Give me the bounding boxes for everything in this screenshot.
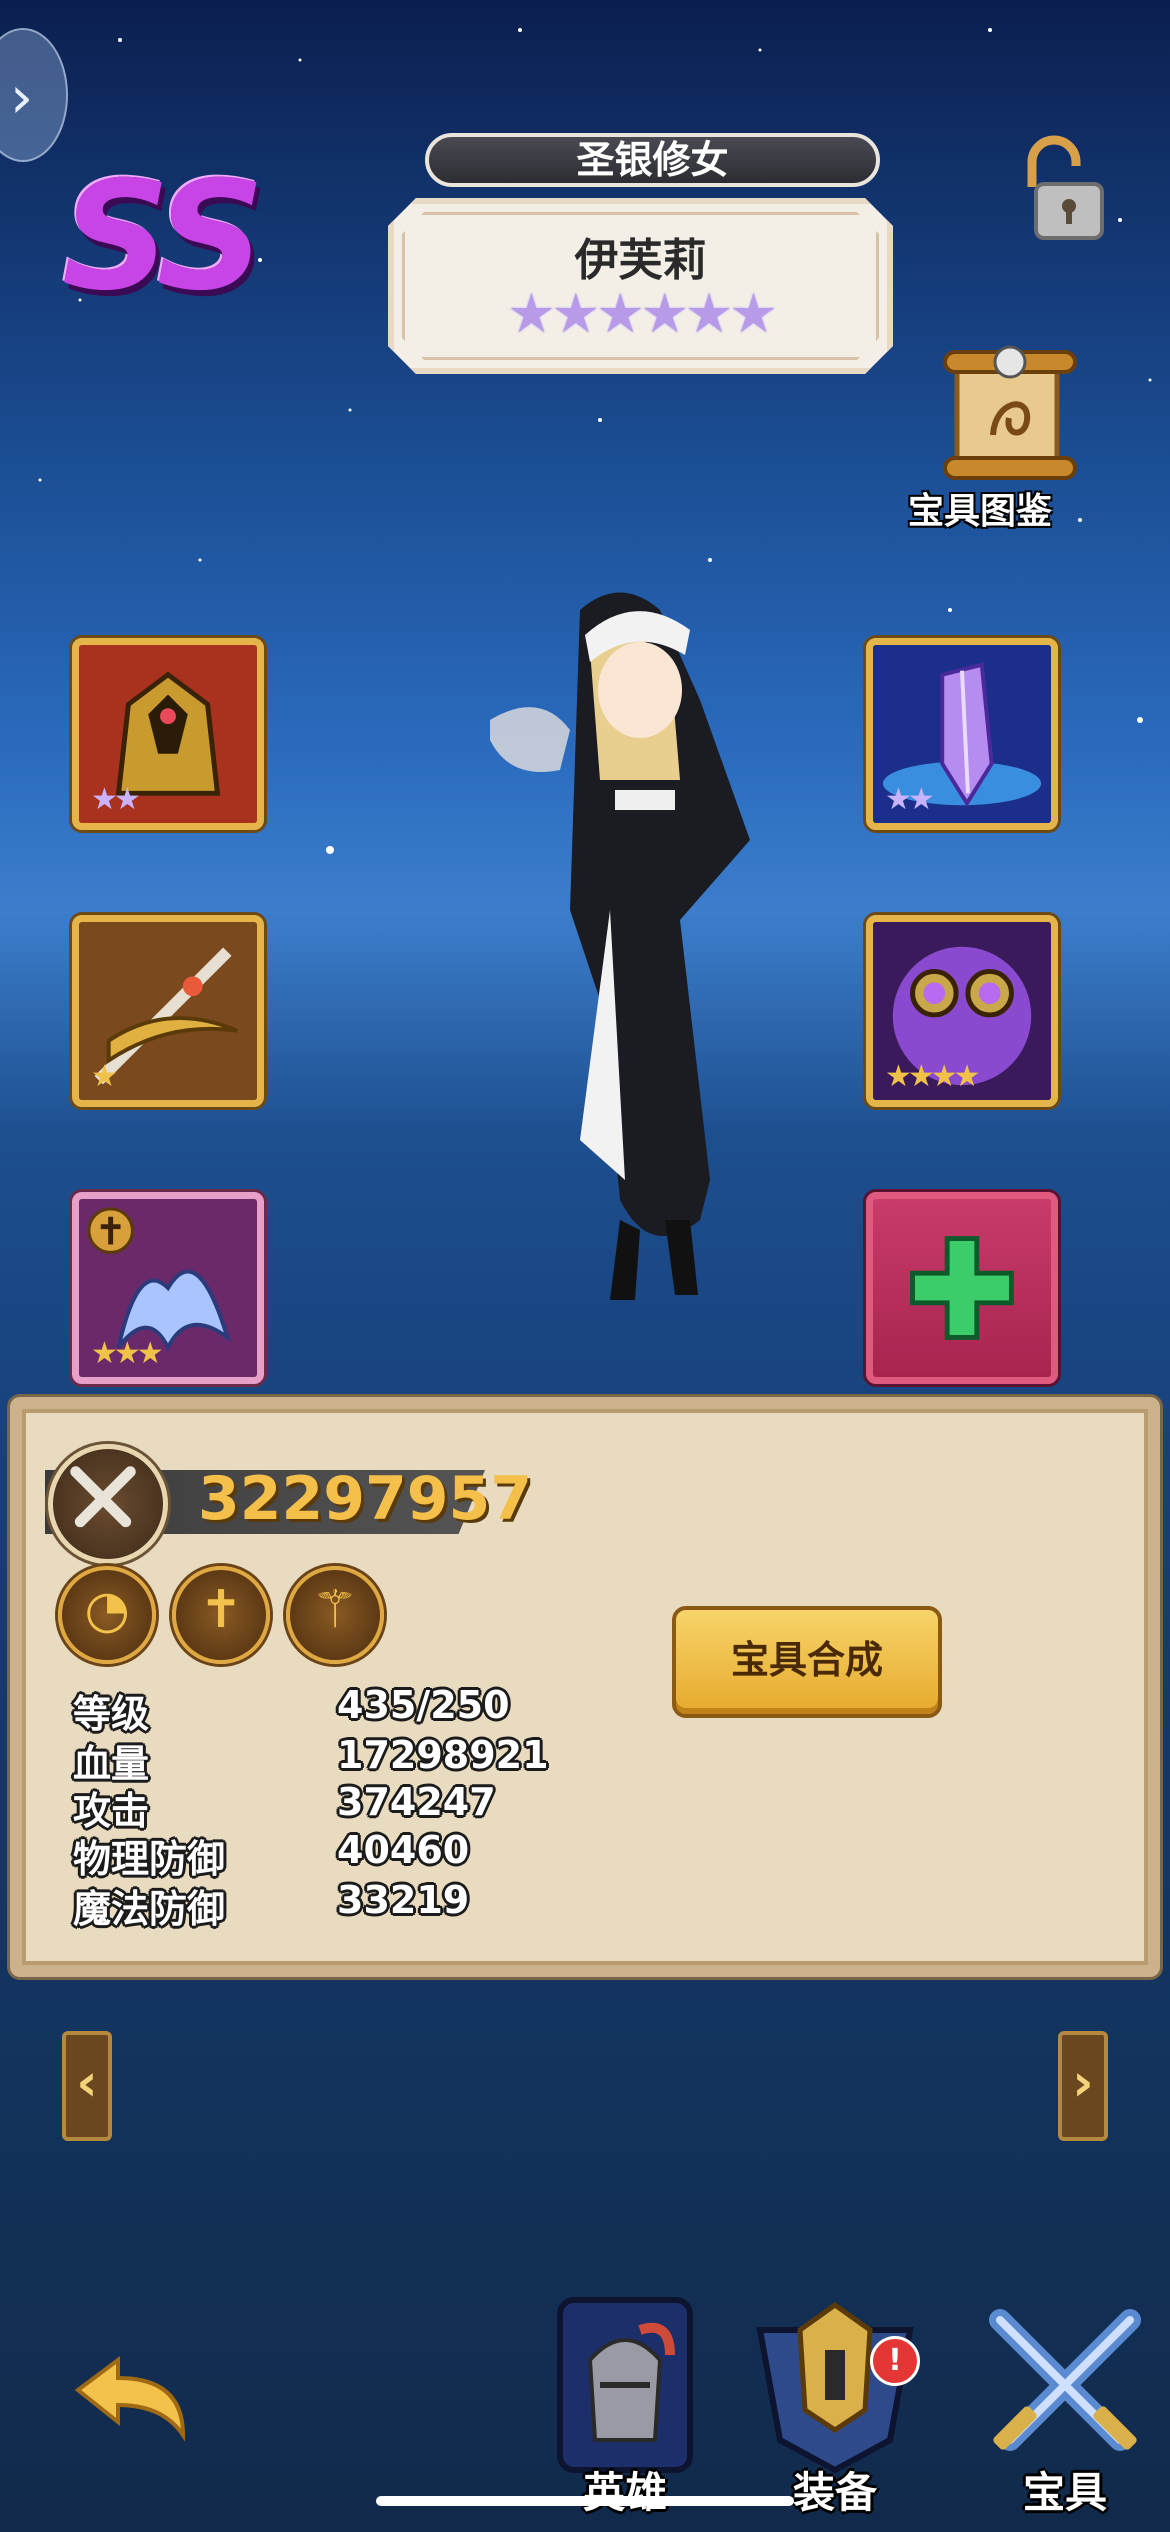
side-menu-toggle[interactable]: › — [0, 28, 68, 162]
tab-equipment[interactable]: ! 装备 — [740, 2290, 930, 2520]
equipment-slot-relic[interactable]: ★★★ — [72, 1192, 264, 1384]
notification-badge: ! — [870, 2336, 920, 2386]
chevron-right-icon: › — [10, 63, 34, 131]
artifact-codex-label[interactable]: 宝具图鉴 — [890, 482, 1070, 534]
swirl-skill-icon[interactable]: ◔ — [58, 1566, 156, 1664]
previous-hero-button[interactable]: ‹ — [62, 2031, 112, 2141]
combat-power-value: 32297957 — [198, 1464, 532, 1534]
stat-label-attack: 攻击 — [73, 1789, 150, 1833]
next-hero-button[interactable]: › — [1058, 2031, 1108, 2141]
add-equipment-slot[interactable] — [866, 1192, 1058, 1384]
stat-label-level: 等级 — [73, 1692, 150, 1736]
artifact-synthesize-button[interactable]: 宝具合成 — [672, 1606, 942, 1718]
staff-skill-icon[interactable]: ⚚ — [286, 1566, 384, 1664]
hero-name-card: 伊芙莉 ★★★★★★ — [388, 198, 893, 374]
slot-stars: ★★ — [885, 782, 935, 817]
knight-helmet-icon — [557, 2297, 693, 2473]
hero-grade-badge: SS — [62, 150, 265, 324]
unlocked-padlock-icon[interactable] — [1010, 132, 1110, 242]
tab-artifact[interactable]: 宝具 — [970, 2290, 1160, 2520]
stat-value-hp: 17298921 — [337, 1733, 549, 1777]
slot-stars: ★★★ — [91, 1336, 164, 1371]
tab-equipment-label: 装备 — [792, 2468, 877, 2517]
stat-value-level: 435/250 — [337, 1683, 510, 1727]
tab-hero[interactable]: 英雄 — [530, 2290, 720, 2520]
home-indicator[interactable] — [376, 2496, 794, 2506]
stat-value-attack: 374247 — [337, 1780, 496, 1824]
hero-star-rating: ★★★★★★ — [507, 282, 774, 345]
hero-class-title: 圣银修女 — [425, 133, 880, 187]
slot-stars: ★ — [91, 1059, 118, 1094]
hero-name: 伊芙莉 — [574, 235, 707, 286]
stat-value-physical-defense: 40460 — [337, 1828, 470, 1872]
scroll-icon[interactable] — [935, 340, 1085, 490]
cross-skill-icon[interactable]: ✝ — [172, 1566, 270, 1664]
equipment-slot-weapon[interactable]: ★ — [72, 915, 264, 1107]
back-arrow-icon[interactable] — [68, 2350, 198, 2450]
slot-stars: ★★ — [91, 782, 141, 817]
stat-label-magic-defense: 魔法防御 — [73, 1887, 226, 1931]
hero-character-model — [490, 592, 750, 1300]
crossed-swords-power-icon — [48, 1444, 168, 1564]
stat-label-physical-defense: 物理防御 — [73, 1837, 226, 1881]
stat-value-magic-defense: 33219 — [337, 1878, 470, 1922]
crossed-swords-icon — [989, 2309, 1141, 2451]
equipment-slot-crystal[interactable]: ★★ — [866, 638, 1058, 830]
tab-hero-label: 英雄 — [582, 2468, 667, 2517]
slot-stars: ★★★★ — [885, 1059, 981, 1094]
equipment-slot-orb[interactable]: ★★★★ — [866, 915, 1058, 1107]
plus-icon — [910, 1236, 1014, 1340]
equipment-slot-armor[interactable]: ★★ — [72, 638, 264, 830]
tab-artifact-label: 宝具 — [1022, 2468, 1107, 2517]
